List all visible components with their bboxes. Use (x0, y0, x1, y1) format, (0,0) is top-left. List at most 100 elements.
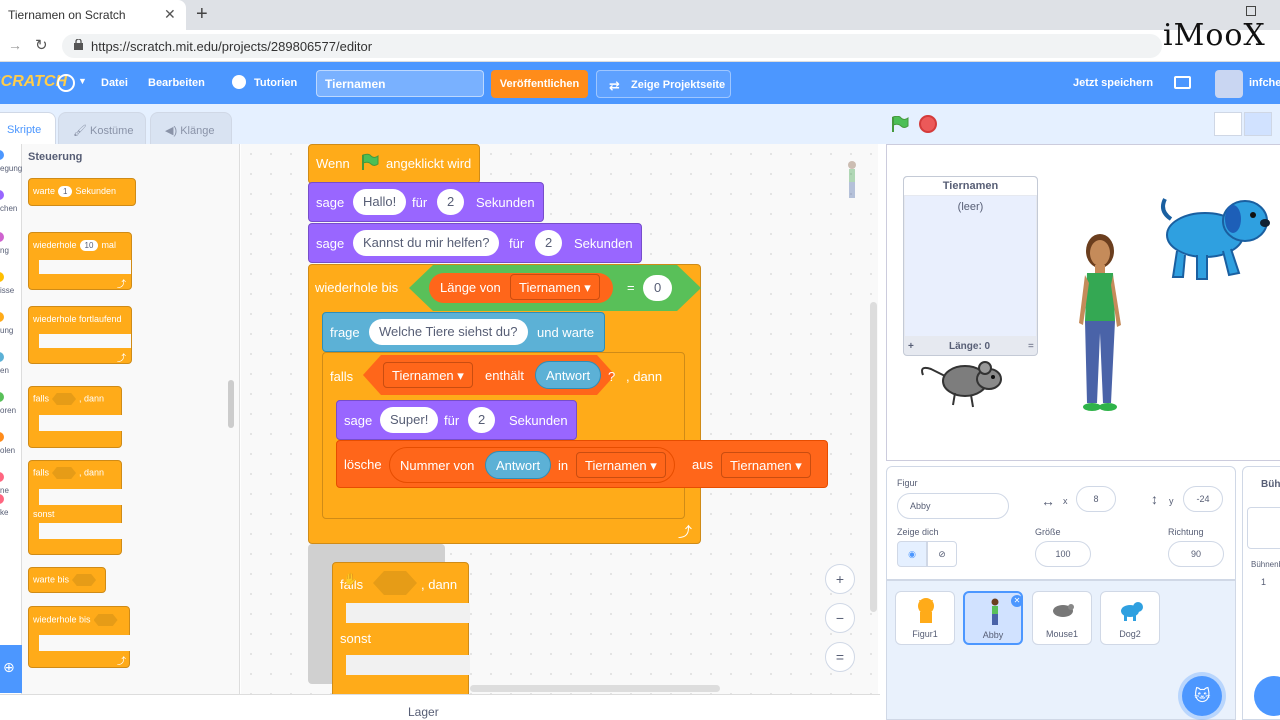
say-for-secs-block[interactable]: sage Kannst du mir helfen? für 2 Sekunde… (308, 223, 642, 263)
sprite-tile-abby[interactable]: Abby ✕ (963, 591, 1023, 645)
number-input[interactable]: 0 (643, 275, 673, 301)
stage[interactable]: Tiernamen (leer) + Länge: 0 = (886, 144, 1280, 461)
workspace-vscrollbar[interactable] (870, 302, 877, 612)
category-label[interactable]: oren (0, 406, 16, 415)
block-input[interactable]: 10 (79, 240, 99, 251)
condition-slot[interactable] (72, 574, 97, 586)
menu-edit[interactable]: Bearbeiten (148, 77, 205, 89)
globe-icon[interactable] (57, 74, 75, 92)
project-title-input[interactable]: Tiernamen (316, 70, 484, 97)
direction-input[interactable]: 90 (1168, 541, 1224, 567)
tab-scripts[interactable]: Skripte (0, 112, 56, 144)
block-input[interactable]: 1 (58, 186, 73, 197)
condition-slot[interactable] (52, 467, 77, 479)
script-workspace[interactable]: Wenn angeklickt wird sage Hallo! für 2 S… (241, 144, 878, 694)
category-label[interactable]: olen (0, 446, 15, 455)
add-extension-button[interactable]: ⊕ (0, 645, 22, 693)
folder-icon[interactable] (1174, 76, 1191, 89)
condition-slot[interactable] (52, 393, 77, 405)
url-field[interactable]: https://scratch.mit.edu/projects/2898065… (62, 34, 1162, 58)
delete-of-list-block[interactable]: lösche Nummer von Antwort in Tiernamen ▾… (336, 440, 828, 488)
ask-and-wait-block[interactable]: frage Welche Tiere siehst du? und warte (322, 312, 605, 352)
show-project-page-button[interactable]: ⇄ Zeige Projektseite (596, 70, 731, 98)
size-input[interactable]: 100 (1035, 541, 1091, 567)
seconds-input[interactable]: 2 (437, 189, 465, 215)
category-label[interactable]: ung (0, 326, 13, 335)
palette-block-if-else[interactable]: falls , dann sonst (28, 460, 131, 555)
tab-costumes[interactable]: 🖌 Kostüme (58, 112, 146, 144)
say-for-secs-block[interactable]: sage Hallo! für 2 Sekunden (308, 182, 544, 222)
list-dropdown[interactable]: Tiernamen ▾ (576, 452, 666, 478)
list-contains-operator[interactable]: Tiernamen ▾ enthält Antwort (363, 355, 615, 395)
delete-sprite-icon[interactable]: ✕ (1011, 595, 1023, 607)
message-input[interactable]: Kannst du mir helfen? (353, 230, 500, 256)
answer-reporter[interactable]: Antwort (485, 451, 552, 479)
zoom-out-button[interactable]: − (825, 603, 855, 633)
length-of-list-reporter[interactable]: Länge von Tiernamen ▾ (429, 273, 613, 303)
seconds-input[interactable]: 2 (468, 407, 496, 433)
new-tab-icon[interactable]: + (196, 3, 208, 26)
username[interactable]: infche (1249, 77, 1280, 89)
list-dropdown[interactable]: Tiernamen ▾ (383, 362, 473, 388)
message-input[interactable]: Super! (380, 407, 439, 433)
zoom-in-button[interactable]: + (825, 564, 855, 594)
palette-block-if[interactable]: falls , dann (28, 386, 131, 448)
list-monitor[interactable]: Tiernamen (leer) + Länge: 0 = (903, 176, 1038, 356)
item-number-reporter[interactable]: Nummer von Antwort in Tiernamen ▾ (389, 447, 675, 483)
browser-tab[interactable]: Tiernamen on Scratch ✕ (0, 0, 186, 30)
menu-tutorials[interactable]: Tutorien (254, 77, 297, 89)
forward-icon[interactable]: → (8, 37, 22, 53)
backdrop-thumbnail[interactable] (1247, 507, 1280, 549)
mouse-sprite[interactable] (919, 355, 1009, 410)
add-sprite-button[interactable]: 🐱 (1182, 676, 1222, 716)
dog-sprite[interactable] (1157, 191, 1275, 289)
category-label[interactable]: en (0, 366, 9, 375)
list-resize-handle[interactable]: = (1028, 341, 1034, 352)
answer-reporter[interactable]: Antwort (535, 361, 602, 389)
save-now-button[interactable]: Jetzt speichern (1073, 77, 1153, 89)
palette-block-repeat-until[interactable]: wiederhole bis ⤴ (28, 606, 131, 668)
stop-icon[interactable] (919, 115, 937, 133)
list-dropdown[interactable]: Tiernamen ▾ (721, 452, 811, 478)
menu-file[interactable]: Datei (101, 77, 128, 89)
category-label[interactable]: isse (0, 286, 14, 295)
palette-scrollbar[interactable] (228, 380, 234, 428)
show-visible-button[interactable]: ◉ (897, 541, 927, 567)
when-flag-clicked-block[interactable]: Wenn angeklickt wird (308, 144, 480, 184)
palette-block-wait[interactable]: warte 1 Sekunden (28, 178, 136, 206)
workspace-hscrollbar[interactable] (470, 685, 720, 692)
category-label[interactable]: egung (0, 164, 22, 173)
category-label[interactable]: chen (0, 204, 17, 213)
normal-stage-button[interactable] (1244, 112, 1272, 136)
condition-slot[interactable] (93, 614, 118, 626)
list-dropdown[interactable]: Tiernamen ▾ (510, 274, 600, 300)
green-flag-icon[interactable] (891, 116, 909, 132)
category-label[interactable]: ke (0, 508, 8, 517)
lightbulb-icon[interactable] (232, 75, 246, 89)
backpack-bar[interactable]: Lager (0, 694, 880, 720)
chevron-down-icon[interactable]: ▼ (78, 76, 87, 86)
list-add-button[interactable]: + (908, 341, 914, 352)
category-label[interactable]: ng (0, 246, 9, 255)
publish-button[interactable]: Veröffentlichen (491, 70, 588, 98)
reload-icon[interactable]: ↻ (35, 36, 48, 54)
y-input[interactable]: -24 (1183, 486, 1223, 512)
sprite-tile-dog2[interactable]: Dog2 (1100, 591, 1160, 645)
palette-block-wait-until[interactable]: warte bis (28, 567, 106, 593)
condition-slot[interactable] (373, 571, 417, 595)
palette-block-forever[interactable]: wiederhole fortlaufend ⤴ (28, 306, 132, 364)
show-hidden-button[interactable]: ⊘ (927, 541, 957, 567)
say-for-secs-block[interactable]: sage Super! für 2 Sekunden (336, 400, 577, 440)
zoom-reset-button[interactable]: = (825, 642, 855, 672)
palette-block-repeat[interactable]: wiederhole 10 mal ⤴ (28, 232, 132, 290)
message-input[interactable]: Hallo! (353, 189, 407, 215)
sprite-tile-mouse1[interactable]: Mouse1 (1032, 591, 1092, 645)
abby-sprite[interactable] (1073, 233, 1133, 413)
seconds-input[interactable]: 2 (535, 230, 563, 256)
avatar[interactable] (1215, 70, 1243, 98)
tab-sounds[interactable]: ◀) Klänge (150, 112, 232, 144)
sprite-name-input[interactable]: Abby (897, 493, 1009, 519)
x-input[interactable]: 8 (1076, 486, 1116, 512)
small-stage-button[interactable] (1214, 112, 1242, 136)
close-icon[interactable]: ✕ (164, 6, 176, 23)
